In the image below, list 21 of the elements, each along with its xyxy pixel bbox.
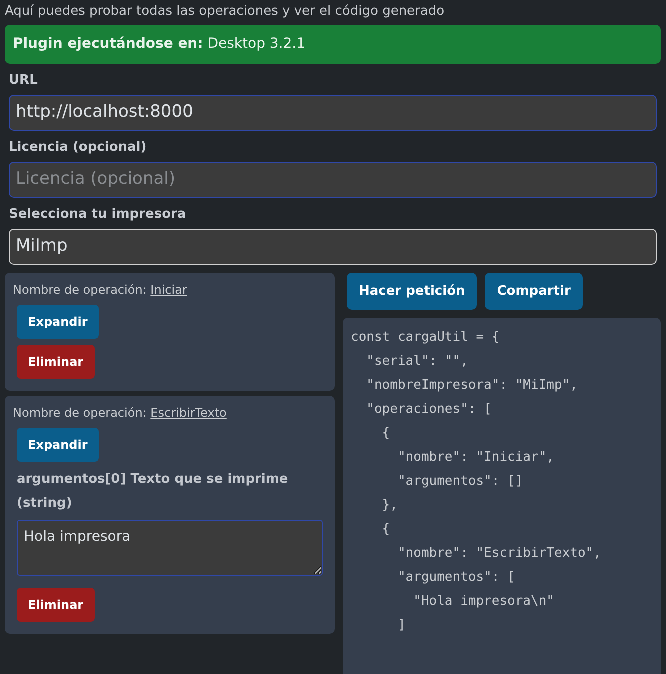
code-block: const cargaUtil = { "serial": "", "nombreImpresora": "MiImp", "operaciones": [ { "nombre": "Iniciar", "argumentos": [] }, { "nombre": "EscribirTexto", "argumentos": [ "Hola impresora\n" ] (343, 318, 661, 674)
intro-text: Aquí puedes probar todas las operaciones y ver el código generado (5, 3, 446, 21)
operation-name-link[interactable]: Iniciar (150, 282, 188, 296)
field-label: URL (9, 72, 39, 90)
operation-name-link[interactable]: EscribirTexto (150, 406, 227, 420)
operation-label: Nombre de operación: (13, 282, 148, 296)
field-label: Licencia (opcional) (9, 138, 148, 156)
field-label: Selecciona tu impresora (9, 206, 188, 224)
expand-button[interactable]: Expandir (17, 304, 99, 338)
input-field[interactable]: http://localhost:8000 (9, 95, 657, 130)
printer-select[interactable]: MiImp (9, 229, 657, 264)
text-area[interactable]: Hola impresora (17, 520, 323, 576)
input-field[interactable]: Licencia (opcional) (9, 162, 657, 198)
action-button[interactable]: Compartir (485, 272, 583, 310)
argument-label: argumentos[0] Texto que se imprime (string) (17, 470, 290, 512)
delete-button[interactable]: Eliminar (17, 344, 95, 378)
status-banner: Plugin ejecutándose en: Desktop 3.2.1 (5, 24, 661, 64)
action-button[interactable]: Hacer petición (347, 272, 478, 310)
expand-button[interactable]: Expandir (17, 428, 99, 462)
operation-label: Nombre de operación: (13, 406, 148, 420)
delete-button[interactable]: Eliminar (17, 588, 95, 622)
